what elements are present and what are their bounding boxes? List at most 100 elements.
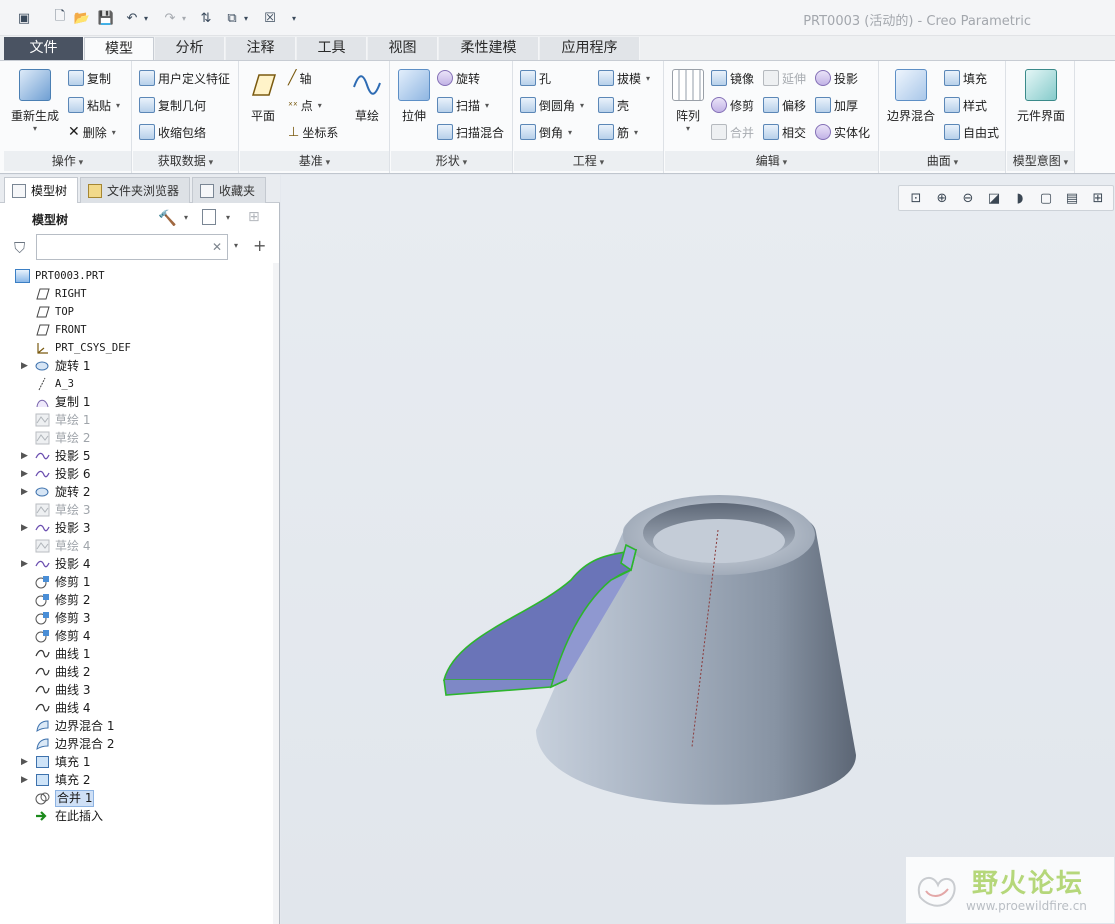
tree-item-trim-2[interactable]: 修剪 2: [0, 591, 274, 609]
tree-item-fill-1[interactable]: ▶ 填充 1: [0, 753, 274, 771]
tab-folder-browser[interactable]: 文件夹浏览器: [80, 177, 190, 203]
tree-item-boundary-blend-1[interactable]: 边界混合 1: [0, 717, 274, 735]
hole-button[interactable]: 孔: [520, 67, 551, 89]
tree-item-fill-2[interactable]: ▶ 填充 2: [0, 771, 274, 789]
tab-analysis[interactable]: 分析: [155, 37, 225, 60]
tab-applications[interactable]: 应用程序: [540, 37, 640, 60]
undo-icon[interactable]: ↶: [122, 8, 142, 28]
boundary-blend-button[interactable]: 边界混合: [882, 65, 940, 124]
intersect-button[interactable]: 相交: [763, 121, 806, 143]
tree-item-project-4[interactable]: ▶ 投影 4: [0, 555, 274, 573]
expand-icon[interactable]: ▶: [21, 555, 28, 573]
add-filter-icon[interactable]: +: [253, 236, 266, 255]
copy-geometry-button[interactable]: 复制几何: [139, 94, 206, 116]
chamfer-dropdown-icon[interactable]: ▾: [568, 128, 572, 137]
udf-button[interactable]: 用户定义特征: [139, 67, 230, 89]
point-dropdown-icon[interactable]: ▾: [318, 101, 322, 110]
tab-file[interactable]: 文件: [4, 37, 84, 60]
cone-part[interactable]: [536, 495, 856, 805]
tree-settings-dropdown-icon[interactable]: ▾: [184, 213, 188, 222]
group-engineering-label[interactable]: 工程: [514, 151, 663, 171]
tree-settings-icon[interactable]: 🔨: [158, 209, 177, 227]
plane-button[interactable]: 平面: [234, 65, 292, 124]
paste-dropdown-icon[interactable]: ▾: [116, 101, 120, 110]
windows-icon[interactable]: ⧉: [222, 8, 242, 28]
delete-button[interactable]: ✕ 删除 ▾: [68, 121, 116, 143]
draft-button[interactable]: 拔模 ▾: [598, 67, 650, 89]
tree-item-sketch-2[interactable]: 草绘 2: [0, 429, 274, 447]
pattern-button[interactable]: 阵列 ▾: [659, 65, 717, 133]
delete-dropdown-icon[interactable]: ▾: [112, 128, 116, 137]
trim-button[interactable]: 修剪: [711, 94, 754, 116]
redo-dropdown-icon[interactable]: ▾: [178, 8, 190, 28]
tree-item-csys[interactable]: PRT_CSYS_DEF: [0, 339, 274, 357]
fill-button[interactable]: 填充: [944, 67, 987, 89]
expand-icon[interactable]: ▶: [21, 465, 28, 483]
graphics-viewport[interactable]: ⊡ ⊕ ⊖ ◪ ◗ ▢ ▤ ⊞ 野火论坛 www.proewildfire.cn: [281, 175, 1115, 924]
regenerate-quick-icon[interactable]: ⇅: [196, 8, 216, 28]
tree-item-top[interactable]: TOP: [0, 303, 274, 321]
regenerate-dropdown-icon[interactable]: ▾: [6, 124, 64, 133]
solidify-button[interactable]: 实体化: [815, 121, 870, 143]
clear-filter-icon[interactable]: ✕: [212, 240, 222, 254]
new-file-icon[interactable]: 🗋: [50, 8, 70, 28]
tab-view[interactable]: 视图: [368, 37, 438, 60]
tree-item-merge-1[interactable]: 合并 1: [0, 789, 274, 807]
expand-icon[interactable]: ▶: [21, 771, 28, 789]
tree-item-curve-4[interactable]: 曲线 4: [0, 699, 274, 717]
extend-button[interactable]: 延伸: [763, 67, 806, 89]
show-columns-icon[interactable]: [202, 209, 216, 225]
tree-item-right[interactable]: RIGHT: [0, 285, 274, 303]
project-button[interactable]: 投影: [815, 67, 858, 89]
tab-favorites[interactable]: 收藏夹: [192, 177, 266, 203]
freestyle-button[interactable]: 自由式: [944, 121, 999, 143]
expand-icon[interactable]: ▶: [21, 483, 28, 501]
tree-scrollbar[interactable]: [273, 263, 279, 924]
tree-item-boundary-blend-2[interactable]: 边界混合 2: [0, 735, 274, 753]
tab-flexible-modeling[interactable]: 柔性建模: [439, 37, 539, 60]
draft-dropdown-icon[interactable]: ▾: [646, 74, 650, 83]
tree-item-sketch-1[interactable]: 草绘 1: [0, 411, 274, 429]
axis-button[interactable]: ╱ 轴: [288, 67, 311, 89]
tree-item-revolve-2[interactable]: ▶ 旋转 2: [0, 483, 274, 501]
tree-item-front[interactable]: FRONT: [0, 321, 274, 339]
thicken-button[interactable]: 加厚: [815, 94, 858, 116]
group-datum-label[interactable]: 基准: [240, 151, 389, 171]
group-get-data-label[interactable]: 获取数据: [133, 151, 238, 171]
shell-button[interactable]: 壳: [598, 94, 629, 116]
filter-input[interactable]: [36, 234, 228, 260]
tree-item-curve-3[interactable]: 曲线 3: [0, 681, 274, 699]
mirror-button[interactable]: 镜像: [711, 67, 754, 89]
pattern-dropdown-icon[interactable]: ▾: [659, 124, 717, 133]
csys-button[interactable]: ⊥ 坐标系: [288, 121, 338, 143]
undo-dropdown-icon[interactable]: ▾: [140, 8, 152, 28]
swept-blend-button[interactable]: 扫描混合: [437, 121, 504, 143]
expand-icon[interactable]: ▶: [21, 753, 28, 771]
rib-button[interactable]: 筋 ▾: [598, 121, 638, 143]
tree-item-trim-1[interactable]: 修剪 1: [0, 573, 274, 591]
customize-toolbar-icon[interactable]: ▾: [284, 8, 304, 28]
component-interface-button[interactable]: 元件界面: [1012, 65, 1070, 124]
extrude-button[interactable]: 拉伸: [385, 65, 443, 124]
close-window-icon[interactable]: ☒: [260, 8, 280, 28]
style-button[interactable]: 样式: [944, 94, 987, 116]
show-columns-dropdown-icon[interactable]: ▾: [226, 213, 230, 222]
sweep-dropdown-icon[interactable]: ▾: [485, 101, 489, 110]
group-editing-label[interactable]: 编辑: [665, 151, 878, 171]
save-icon[interactable]: 💾: [96, 8, 116, 28]
tree-root[interactable]: PRT0003.PRT: [0, 267, 274, 285]
tab-annotate[interactable]: 注释: [226, 37, 296, 60]
shrinkwrap-button[interactable]: 收缩包络: [139, 121, 206, 143]
sweep-button[interactable]: 扫描 ▾: [437, 94, 489, 116]
chamfer-button[interactable]: 倒角 ▾: [520, 121, 572, 143]
model-3d-view[interactable]: [281, 175, 1115, 924]
point-button[interactable]: ˣˣ 点 ▾: [288, 94, 322, 116]
merge-button[interactable]: 合并: [711, 121, 754, 143]
tree-item-project-6[interactable]: ▶ 投影 6: [0, 465, 274, 483]
expand-icon[interactable]: ▶: [21, 447, 28, 465]
app-menu-icon[interactable]: ▣: [14, 8, 34, 28]
group-shapes-label[interactable]: 形状: [391, 151, 512, 171]
tree-item-trim-4[interactable]: 修剪 4: [0, 627, 274, 645]
paste-button[interactable]: 粘贴 ▾: [68, 94, 120, 116]
group-surfaces-label[interactable]: 曲面: [880, 151, 1005, 171]
